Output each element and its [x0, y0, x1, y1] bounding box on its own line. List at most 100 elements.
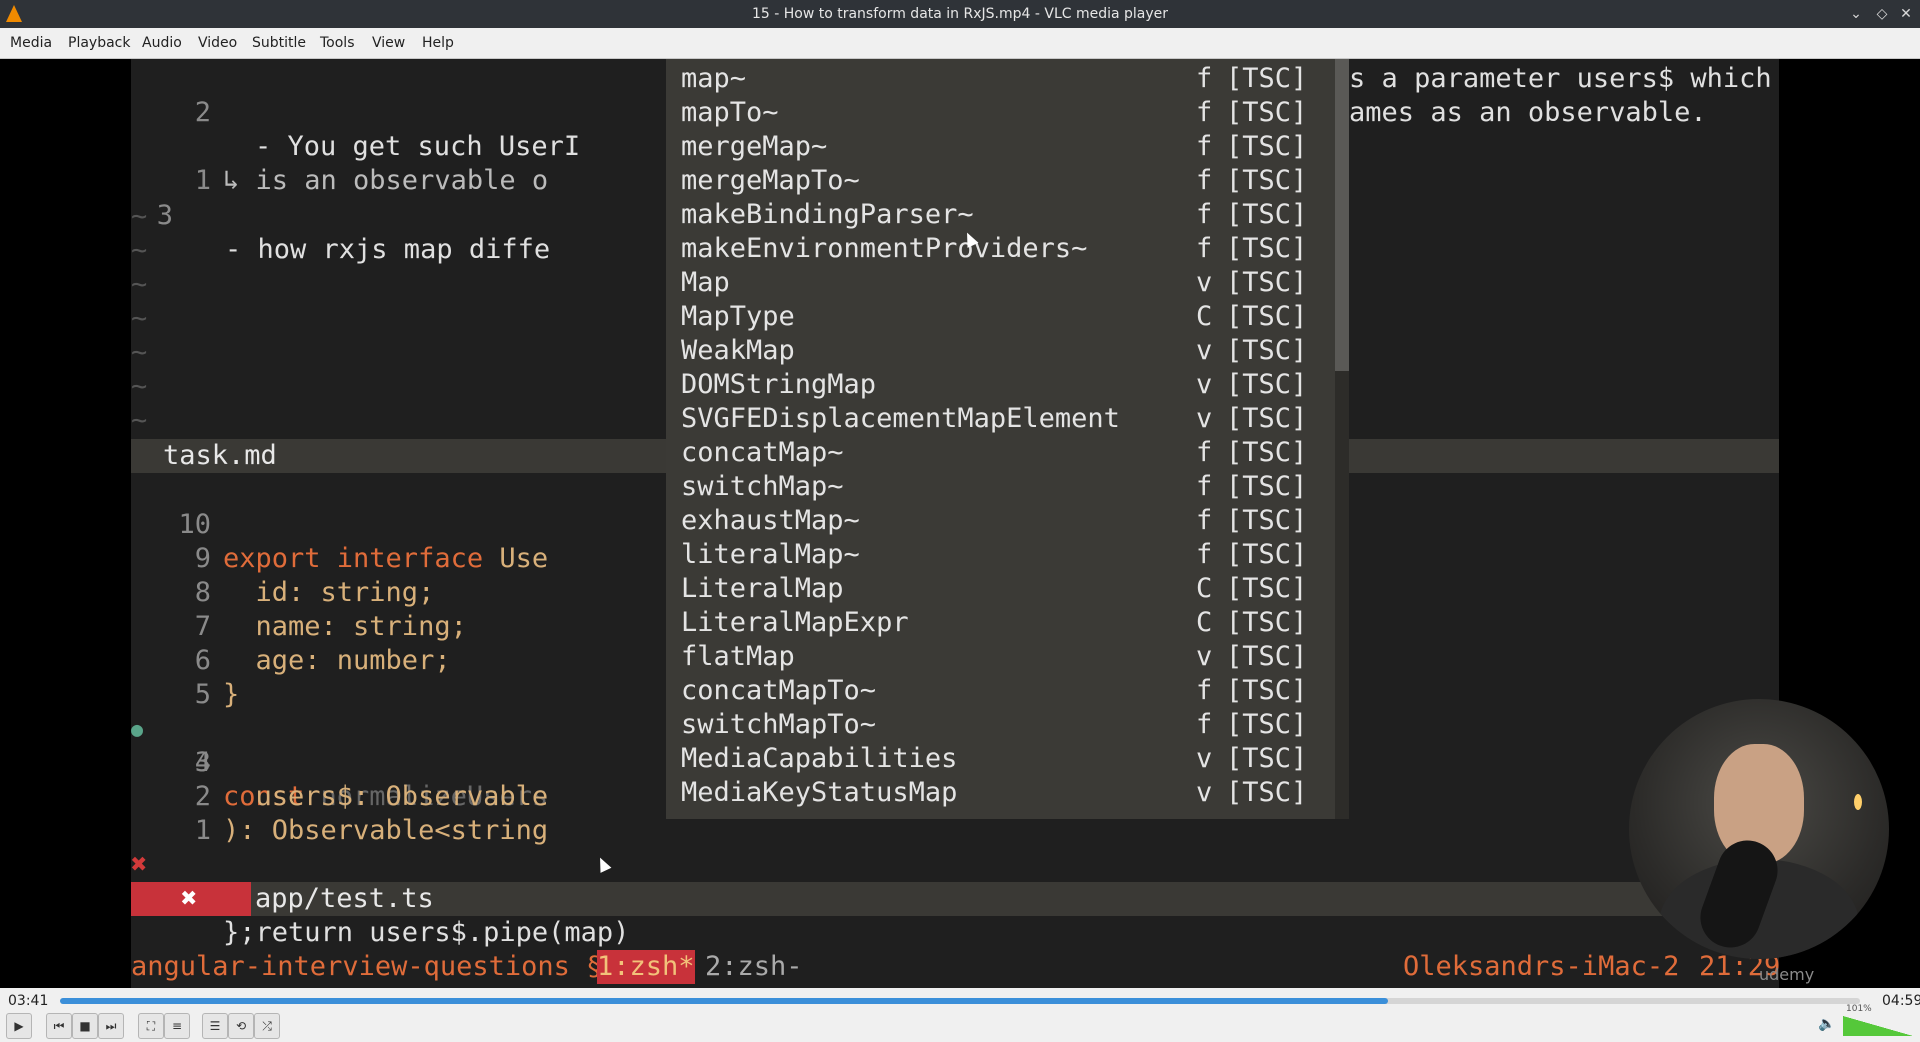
completion-item[interactable]: makeBindingParser~ f [TSC]	[666, 198, 1335, 232]
completion-source: [TSC]	[1226, 369, 1308, 400]
menu-help[interactable]: Help	[422, 35, 454, 51]
completion-kind: C	[1196, 301, 1213, 332]
completion-label: literalMap~	[681, 539, 860, 570]
seek-bar-progress	[60, 998, 1389, 1004]
completion-label: mapTo~	[681, 97, 779, 128]
completion-item[interactable]: SVGFEDisplacementMapElement v [TSC]	[666, 402, 1335, 436]
menu-playback[interactable]: Playback	[68, 35, 130, 51]
completion-label: MediaKeyStatusMap	[681, 777, 958, 808]
completion-label: DOMStringMap	[681, 369, 877, 400]
menu-tools[interactable]: Tools	[320, 35, 355, 51]
completion-item[interactable]: LiteralMap C [TSC]	[666, 572, 1335, 606]
menu-subtitle[interactable]: Subtitle	[252, 35, 306, 51]
completion-item[interactable]: DOMStringMap v [TSC]	[666, 368, 1335, 402]
completion-item[interactable]: MapType C [TSC]	[666, 300, 1335, 334]
completion-item[interactable]: switchMap~ f [TSC]	[666, 470, 1335, 504]
completion-kind: f	[1196, 165, 1213, 196]
completion-label: makeEnvironmentProviders~	[681, 233, 1088, 264]
autocomplete-popup[interactable]: map~ f [TSC] mapTo~ f [TSC] mergeMap~ f [TSC] mer…	[666, 59, 1349, 819]
completion-item[interactable]: literalMap~ f [TSC]	[666, 538, 1335, 572]
completion-item[interactable]: LiteralMapExpr C [TSC]	[666, 606, 1335, 640]
completion-item[interactable]: map~ f [TSC]	[666, 62, 1335, 96]
completion-source: [TSC]	[1226, 301, 1308, 332]
completion-source: [TSC]	[1226, 675, 1308, 706]
code-text: return users$.pipe(map)	[223, 917, 630, 948]
completion-label: switchMapTo~	[681, 709, 877, 740]
code-rest: Use	[483, 543, 549, 574]
completion-kind: v	[1196, 641, 1213, 672]
code-line: 3 users$: Observable	[131, 712, 548, 812]
completion-source: [TSC]	[1226, 641, 1308, 672]
stop-button[interactable]: ■	[72, 1013, 98, 1039]
completion-kind: f	[1196, 63, 1213, 94]
shuffle-button[interactable]: ⤮	[254, 1013, 280, 1039]
completion-item[interactable]: concatMap~ f [TSC]	[666, 436, 1335, 470]
code-keyword: export interface	[223, 543, 484, 574]
autocomplete-scrollbar-thumb[interactable]	[1335, 59, 1349, 371]
completion-kind: C	[1196, 607, 1213, 638]
seek-bar[interactable]	[60, 998, 1860, 1004]
completion-item[interactable]: makeEnvironmentProviders~ f [TSC]	[666, 232, 1335, 266]
completion-item[interactable]: mapTo~ f [TSC]	[666, 96, 1335, 130]
volume-slider[interactable]	[1843, 1016, 1913, 1036]
error-icon: ✖	[181, 883, 198, 914]
completion-kind: f	[1196, 97, 1213, 128]
menu-video[interactable]: Video	[198, 35, 237, 51]
completion-label: Map	[681, 267, 730, 298]
completion-source: [TSC]	[1226, 335, 1308, 366]
menu-bar: Media Playback Audio Video Subtitle Tool…	[0, 28, 1920, 59]
completion-item[interactable]: flatMap v [TSC]	[666, 640, 1335, 674]
video-area[interactable]: 2 - You get such UserI ↳ is an observabl…	[0, 59, 1920, 988]
maximize-icon[interactable]: ◇	[1872, 4, 1892, 24]
play-button[interactable]: ▶	[6, 1013, 32, 1039]
extended-settings-button[interactable]: ≡	[164, 1013, 190, 1039]
completion-label: concatMap~	[681, 437, 844, 468]
autocomplete-scrollbar[interactable]	[1335, 59, 1349, 819]
completion-item[interactable]: MediaCapabilities v [TSC]	[666, 742, 1335, 776]
empty-line-marker: ~	[131, 201, 148, 232]
completion-kind: C	[1196, 573, 1213, 604]
statusline-filename: task.md	[163, 440, 277, 471]
fullscreen-button[interactable]: ⛶	[138, 1013, 164, 1039]
completion-kind: v	[1196, 777, 1213, 808]
completion-kind: f	[1196, 233, 1213, 264]
completion-item[interactable]: Map v [TSC]	[666, 266, 1335, 300]
completion-kind: v	[1196, 403, 1213, 434]
completion-label: LiteralMapExpr	[681, 607, 909, 638]
completion-kind: f	[1196, 505, 1213, 536]
empty-line-marker: ~	[131, 269, 148, 300]
tmux-statusbar: angular-interview-questions § 1:zsh* 2:z…	[131, 950, 1780, 984]
completion-item[interactable]: mergeMapTo~ f [TSC]	[666, 164, 1335, 198]
completion-source: [TSC]	[1226, 777, 1308, 808]
mouse-cursor-icon	[594, 855, 612, 873]
completion-label: LiteralMap	[681, 573, 844, 604]
completion-item[interactable]: WeakMap v [TSC]	[666, 334, 1335, 368]
completion-item[interactable]: switchMapTo~ f [TSC]	[666, 708, 1335, 742]
volume-icon[interactable]: 🔈	[1818, 1016, 1835, 1032]
empty-line-marker: ~	[131, 303, 148, 334]
code-line: 7 age: number;	[131, 576, 451, 676]
code-line-current[interactable]: ✖ 13 return users$.pipe(map)	[131, 814, 629, 948]
menu-view[interactable]: View	[372, 35, 405, 51]
completion-item[interactable]: exhaustMap~ f [TSC]	[666, 504, 1335, 538]
close-icon[interactable]: ✕	[1896, 4, 1916, 24]
next-button[interactable]: ⏭	[98, 1013, 124, 1039]
window-title: 15 - How to transform data in RxJS.mp4 -…	[751, 6, 1169, 22]
completion-item[interactable]: MediaKeyStatusMap v [TSC]	[666, 776, 1335, 810]
minimize-icon[interactable]: ⌄	[1846, 4, 1866, 24]
loop-button[interactable]: ⟲	[228, 1013, 254, 1039]
completion-source: [TSC]	[1226, 471, 1308, 502]
playlist-button[interactable]: ☰	[202, 1013, 228, 1039]
completion-item[interactable]: mergeMap~ f [TSC]	[666, 130, 1335, 164]
menu-media[interactable]: Media	[10, 35, 52, 51]
bottom-pane-statusline: ✖ app/test.ts t]	[131, 882, 1779, 916]
tmux-window-1[interactable]: 1:zsh*	[597, 950, 695, 984]
player-controls: 03:41 04:59 ▶ ⏮ ■ ⏭ ⛶ ≡ ☰ ⟲ ⤮ 🔈 101%	[0, 988, 1920, 1042]
menu-audio[interactable]: Audio	[142, 35, 182, 51]
previous-button[interactable]: ⏮	[46, 1013, 72, 1039]
completion-kind: v	[1196, 369, 1213, 400]
tmux-window-2[interactable]: 2:zsh-	[705, 950, 803, 984]
completion-item[interactable]: concatMapTo~ f [TSC]	[666, 674, 1335, 708]
completion-source: [TSC]	[1226, 233, 1308, 264]
code-line: ● 4 const normalizeUsers	[131, 678, 548, 812]
